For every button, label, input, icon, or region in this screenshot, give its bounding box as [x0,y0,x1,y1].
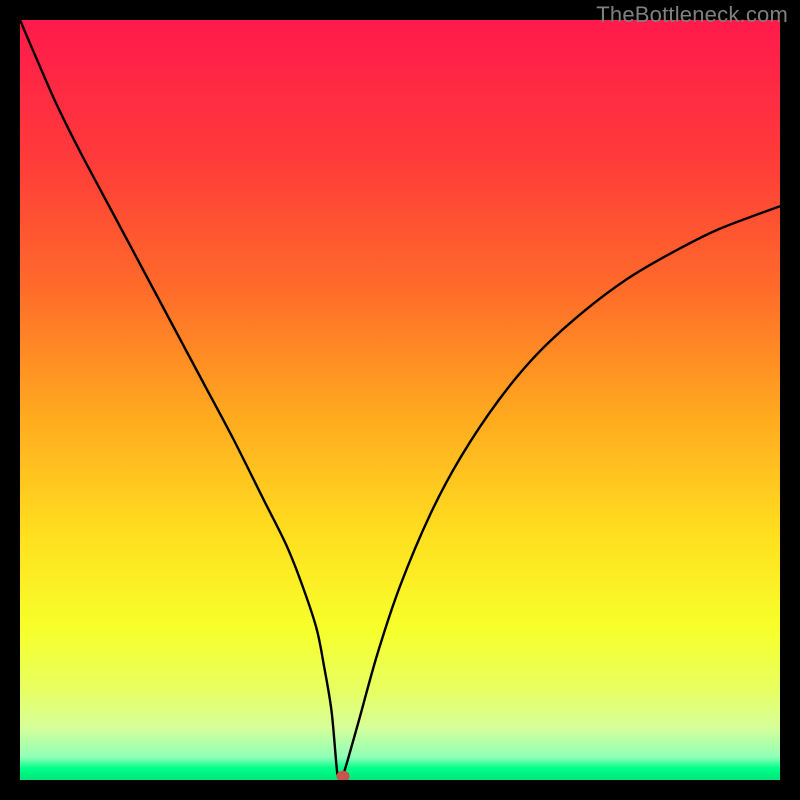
bottleneck-chart [20,20,780,780]
watermark-text: TheBottleneck.com [596,2,788,28]
gradient-bg [20,20,780,780]
chart-stage: TheBottleneck.com [0,0,800,800]
